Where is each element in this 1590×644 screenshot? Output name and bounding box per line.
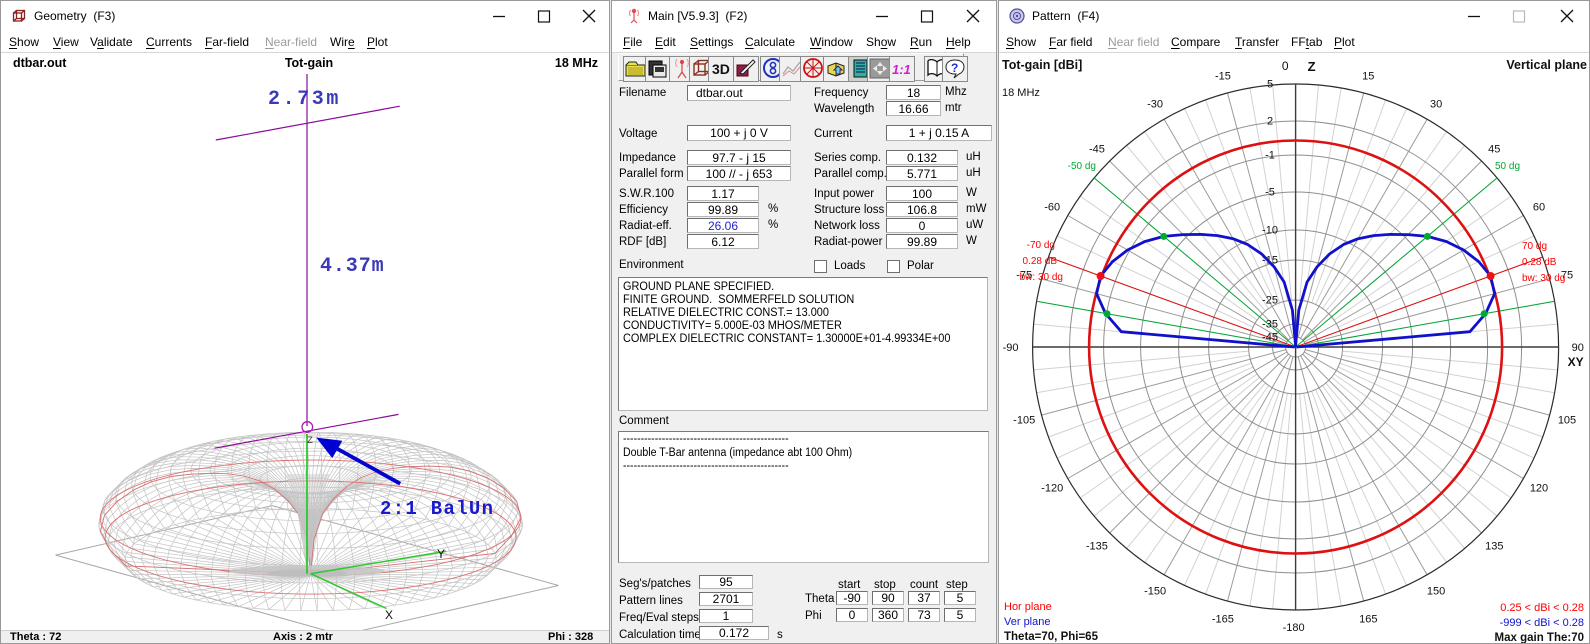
svg-text:4.37m: 4.37m (320, 255, 385, 278)
svg-text:0.25 < dBi < 0.28: 0.25 < dBi < 0.28 (1500, 602, 1584, 614)
svg-text:60: 60 (1533, 202, 1545, 214)
svg-text:-45: -45 (1089, 143, 1105, 155)
svg-text:Ver plane: Ver plane (1004, 616, 1050, 628)
svg-text:X: X (385, 608, 393, 622)
svg-text:Z: Z (307, 435, 313, 446)
svg-text:-1: -1 (1265, 150, 1275, 162)
svg-text:2.73m: 2.73m (268, 88, 341, 111)
svg-text:0.28 dB: 0.28 dB (1023, 256, 1058, 267)
svg-text:30: 30 (1430, 99, 1442, 111)
svg-text:-5: -5 (1265, 187, 1275, 199)
svg-text:-999 < dBi < 0.28: -999 < dBi < 0.28 (1500, 617, 1584, 629)
svg-text:165: 165 (1359, 613, 1377, 625)
svg-text:5: 5 (1267, 79, 1273, 91)
svg-text:70 dg: 70 dg (1522, 241, 1547, 252)
svg-text:Vertical plane: Vertical plane (1506, 58, 1587, 72)
svg-text:2: 2 (1267, 116, 1273, 128)
svg-text:150: 150 (1427, 585, 1445, 597)
svg-text:-25: -25 (1262, 295, 1278, 307)
svg-text:18 MHz: 18 MHz (555, 56, 598, 70)
svg-text:0.28 dB: 0.28 dB (1522, 257, 1557, 268)
svg-text:-70 dg: -70 dg (1027, 240, 1055, 251)
svg-text:-15: -15 (1215, 71, 1231, 83)
svg-text:-45: -45 (1262, 332, 1278, 344)
svg-text:Tot-gain [dBi]: Tot-gain [dBi] (1002, 58, 1082, 72)
svg-text:XY: XY (1568, 355, 1584, 369)
svg-text:0: 0 (1282, 59, 1289, 73)
svg-text:-35: -35 (1262, 319, 1278, 331)
svg-text:90: 90 (1572, 342, 1584, 354)
svg-text:dtbar.out: dtbar.out (13, 56, 67, 70)
svg-text:-90: -90 (1003, 342, 1019, 354)
svg-text:?: ? (951, 61, 958, 75)
svg-text:-150: -150 (1144, 585, 1166, 597)
svg-text:-165: -165 (1212, 613, 1234, 625)
svg-text:-180: -180 (1283, 622, 1305, 634)
svg-text:Y: Y (437, 547, 445, 561)
svg-text:-120: -120 (1041, 483, 1063, 495)
svg-text:bw: 30 dg: bw: 30 dg (1522, 273, 1565, 284)
svg-text:2:1 BalUn: 2:1 BalUn (380, 498, 494, 520)
svg-text:-105: -105 (1013, 415, 1035, 427)
svg-text:15: 15 (1362, 71, 1374, 83)
svg-text:-50 dg: -50 dg (1068, 161, 1096, 172)
svg-text:105: 105 (1558, 415, 1576, 427)
svg-text:18 MHz: 18 MHz (1002, 87, 1040, 99)
svg-text:120: 120 (1530, 483, 1548, 495)
svg-text:-10: -10 (1262, 225, 1278, 237)
svg-text:Max gain The:70: Max gain The:70 (1495, 632, 1584, 643)
svg-text:Theta=70, Phi=65: Theta=70, Phi=65 (1004, 631, 1099, 643)
svg-text:-30: -30 (1147, 99, 1163, 111)
svg-text:135: 135 (1485, 541, 1503, 553)
svg-text:45: 45 (1488, 143, 1500, 155)
svg-text:Z: Z (1308, 59, 1316, 74)
svg-text:bw: 30 dg: bw: 30 dg (1020, 272, 1063, 283)
svg-text:Tot-gain: Tot-gain (285, 56, 333, 70)
svg-text:3D: 3D (712, 61, 730, 77)
svg-text:1:1: 1:1 (892, 62, 911, 77)
svg-text:Hor plane: Hor plane (1004, 601, 1052, 613)
svg-text:-135: -135 (1086, 541, 1108, 553)
svg-text:-60: -60 (1044, 202, 1060, 214)
svg-text:50 dg: 50 dg (1495, 161, 1520, 172)
